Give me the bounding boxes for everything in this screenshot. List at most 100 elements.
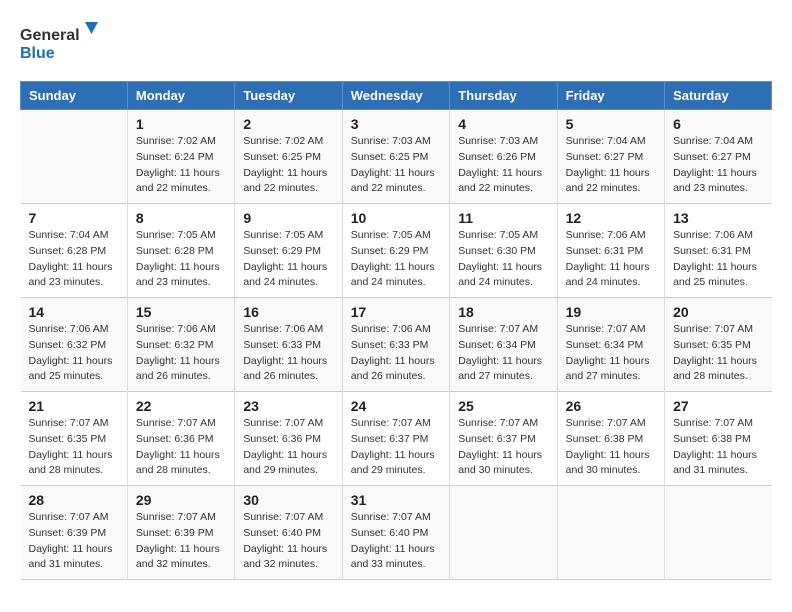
day-number: 11 — [458, 210, 548, 226]
calendar-cell: 13 Sunrise: 7:06 AMSunset: 6:31 PMDayligh… — [665, 204, 772, 298]
day-number: 10 — [351, 210, 441, 226]
day-number: 17 — [351, 304, 441, 320]
calendar-cell: 3 Sunrise: 7:03 AMSunset: 6:25 PMDaylight… — [342, 110, 449, 204]
day-number: 5 — [566, 116, 656, 132]
day-info: Sunrise: 7:07 AMSunset: 6:40 PMDaylight:… — [243, 510, 333, 573]
day-number: 7 — [29, 210, 119, 226]
calendar-cell: 2 Sunrise: 7:02 AMSunset: 6:25 PMDaylight… — [235, 110, 342, 204]
calendar-cell: 31 Sunrise: 7:07 AMSunset: 6:40 PMDayligh… — [342, 486, 449, 580]
calendar-week-row: 14 Sunrise: 7:06 AMSunset: 6:32 PMDayligh… — [21, 298, 772, 392]
calendar-cell: 26 Sunrise: 7:07 AMSunset: 6:38 PMDayligh… — [557, 392, 664, 486]
day-info: Sunrise: 7:07 AMSunset: 6:37 PMDaylight:… — [458, 416, 548, 479]
day-number: 31 — [351, 492, 441, 508]
day-number: 19 — [566, 304, 656, 320]
day-number: 8 — [136, 210, 226, 226]
day-info: Sunrise: 7:07 AMSunset: 6:35 PMDaylight:… — [673, 322, 763, 385]
day-number: 28 — [29, 492, 119, 508]
day-number: 9 — [243, 210, 333, 226]
weekday-header: Wednesday — [342, 82, 449, 110]
logo: GeneralBlue — [20, 20, 100, 65]
calendar-cell: 15 Sunrise: 7:06 AMSunset: 6:32 PMDayligh… — [127, 298, 234, 392]
weekday-header: Monday — [127, 82, 234, 110]
day-info: Sunrise: 7:06 AMSunset: 6:32 PMDaylight:… — [136, 322, 226, 385]
day-info: Sunrise: 7:07 AMSunset: 6:38 PMDaylight:… — [673, 416, 763, 479]
calendar-cell: 17 Sunrise: 7:06 AMSunset: 6:33 PMDayligh… — [342, 298, 449, 392]
calendar-cell: 29 Sunrise: 7:07 AMSunset: 6:39 PMDayligh… — [127, 486, 234, 580]
day-number: 2 — [243, 116, 333, 132]
calendar-cell: 25 Sunrise: 7:07 AMSunset: 6:37 PMDayligh… — [450, 392, 557, 486]
day-info: Sunrise: 7:07 AMSunset: 6:37 PMDaylight:… — [351, 416, 441, 479]
day-number: 15 — [136, 304, 226, 320]
calendar-cell: 9 Sunrise: 7:05 AMSunset: 6:29 PMDaylight… — [235, 204, 342, 298]
calendar-week-row: 21Sunrise: 7:07 AMSunset: 6:35 PMDayligh… — [21, 392, 772, 486]
weekday-header: Saturday — [665, 82, 772, 110]
calendar-cell: 8 Sunrise: 7:05 AMSunset: 6:28 PMDaylight… — [127, 204, 234, 298]
calendar-cell: 18Sunrise: 7:07 AMSunset: 6:34 PMDayligh… — [450, 298, 557, 392]
day-info: Sunrise: 7:03 AMSunset: 6:26 PMDaylight:… — [458, 134, 548, 197]
calendar-cell: 6 Sunrise: 7:04 AMSunset: 6:27 PMDaylight… — [665, 110, 772, 204]
day-info: Sunrise: 7:07 AMSunset: 6:34 PMDaylight:… — [566, 322, 656, 385]
day-number: 13 — [673, 210, 763, 226]
day-info: Sunrise: 7:07 AMSunset: 6:36 PMDaylight:… — [136, 416, 226, 479]
day-info: Sunrise: 7:02 AMSunset: 6:24 PMDaylight:… — [136, 134, 226, 197]
calendar-cell: 20 Sunrise: 7:07 AMSunset: 6:35 PMDayligh… — [665, 298, 772, 392]
svg-text:General: General — [20, 27, 80, 44]
day-info: Sunrise: 7:04 AMSunset: 6:27 PMDaylight:… — [673, 134, 763, 197]
day-number: 21 — [29, 398, 119, 414]
page-header: GeneralBlue — [20, 20, 772, 65]
calendar-cell: 27 Sunrise: 7:07 AMSunset: 6:38 PMDayligh… — [665, 392, 772, 486]
day-info: Sunrise: 7:04 AMSunset: 6:28 PMDaylight:… — [29, 228, 119, 291]
calendar-cell: 4 Sunrise: 7:03 AMSunset: 6:26 PMDaylight… — [450, 110, 557, 204]
calendar-cell: 16 Sunrise: 7:06 AMSunset: 6:33 PMDayligh… — [235, 298, 342, 392]
calendar-cell: 12 Sunrise: 7:06 AMSunset: 6:31 PMDayligh… — [557, 204, 664, 298]
day-number: 3 — [351, 116, 441, 132]
day-info: Sunrise: 7:07 AMSunset: 6:39 PMDaylight:… — [136, 510, 226, 573]
day-info: Sunrise: 7:02 AMSunset: 6:25 PMDaylight:… — [243, 134, 333, 197]
day-number: 29 — [136, 492, 226, 508]
day-info: Sunrise: 7:06 AMSunset: 6:31 PMDaylight:… — [673, 228, 763, 291]
day-info: Sunrise: 7:05 AMSunset: 6:28 PMDaylight:… — [136, 228, 226, 291]
day-info: Sunrise: 7:06 AMSunset: 6:33 PMDaylight:… — [351, 322, 441, 385]
day-number: 6 — [673, 116, 763, 132]
calendar-cell: 23 Sunrise: 7:07 AMSunset: 6:36 PMDayligh… — [235, 392, 342, 486]
calendar-cell: 19 Sunrise: 7:07 AMSunset: 6:34 PMDayligh… — [557, 298, 664, 392]
logo-icon: GeneralBlue — [20, 20, 100, 65]
calendar-cell: 11Sunrise: 7:05 AMSunset: 6:30 PMDayligh… — [450, 204, 557, 298]
calendar-cell: 1Sunrise: 7:02 AMSunset: 6:24 PMDaylight… — [127, 110, 234, 204]
day-info: Sunrise: 7:06 AMSunset: 6:32 PMDaylight:… — [29, 322, 119, 385]
day-number: 22 — [136, 398, 226, 414]
day-number: 14 — [29, 304, 119, 320]
calendar-cell: 10 Sunrise: 7:05 AMSunset: 6:29 PMDayligh… — [342, 204, 449, 298]
day-number: 12 — [566, 210, 656, 226]
weekday-header: Friday — [557, 82, 664, 110]
weekday-header: Thursday — [450, 82, 557, 110]
calendar-cell — [21, 110, 128, 204]
day-number: 26 — [566, 398, 656, 414]
day-info: Sunrise: 7:07 AMSunset: 6:39 PMDaylight:… — [29, 510, 119, 573]
day-number: 4 — [458, 116, 548, 132]
day-info: Sunrise: 7:07 AMSunset: 6:38 PMDaylight:… — [566, 416, 656, 479]
calendar-week-row: 28 Sunrise: 7:07 AMSunset: 6:39 PMDayligh… — [21, 486, 772, 580]
day-number: 23 — [243, 398, 333, 414]
calendar-cell — [557, 486, 664, 580]
weekday-header: Tuesday — [235, 82, 342, 110]
day-info: Sunrise: 7:03 AMSunset: 6:25 PMDaylight:… — [351, 134, 441, 197]
calendar-week-row: 7 Sunrise: 7:04 AMSunset: 6:28 PMDaylight… — [21, 204, 772, 298]
calendar-week-row: 1Sunrise: 7:02 AMSunset: 6:24 PMDaylight… — [21, 110, 772, 204]
day-number: 24 — [351, 398, 441, 414]
day-info: Sunrise: 7:06 AMSunset: 6:31 PMDaylight:… — [566, 228, 656, 291]
day-number: 20 — [673, 304, 763, 320]
day-number: 27 — [673, 398, 763, 414]
svg-text:Blue: Blue — [20, 45, 55, 62]
day-info: Sunrise: 7:07 AMSunset: 6:40 PMDaylight:… — [351, 510, 441, 573]
day-info: Sunrise: 7:07 AMSunset: 6:36 PMDaylight:… — [243, 416, 333, 479]
calendar-cell — [450, 486, 557, 580]
day-info: Sunrise: 7:05 AMSunset: 6:29 PMDaylight:… — [351, 228, 441, 291]
day-number: 25 — [458, 398, 548, 414]
weekday-header: Sunday — [21, 82, 128, 110]
calendar-header: SundayMondayTuesdayWednesdayThursdayFrid… — [21, 82, 772, 110]
day-info: Sunrise: 7:05 AMSunset: 6:29 PMDaylight:… — [243, 228, 333, 291]
day-number: 16 — [243, 304, 333, 320]
calendar-cell: 7 Sunrise: 7:04 AMSunset: 6:28 PMDaylight… — [21, 204, 128, 298]
day-info: Sunrise: 7:06 AMSunset: 6:33 PMDaylight:… — [243, 322, 333, 385]
